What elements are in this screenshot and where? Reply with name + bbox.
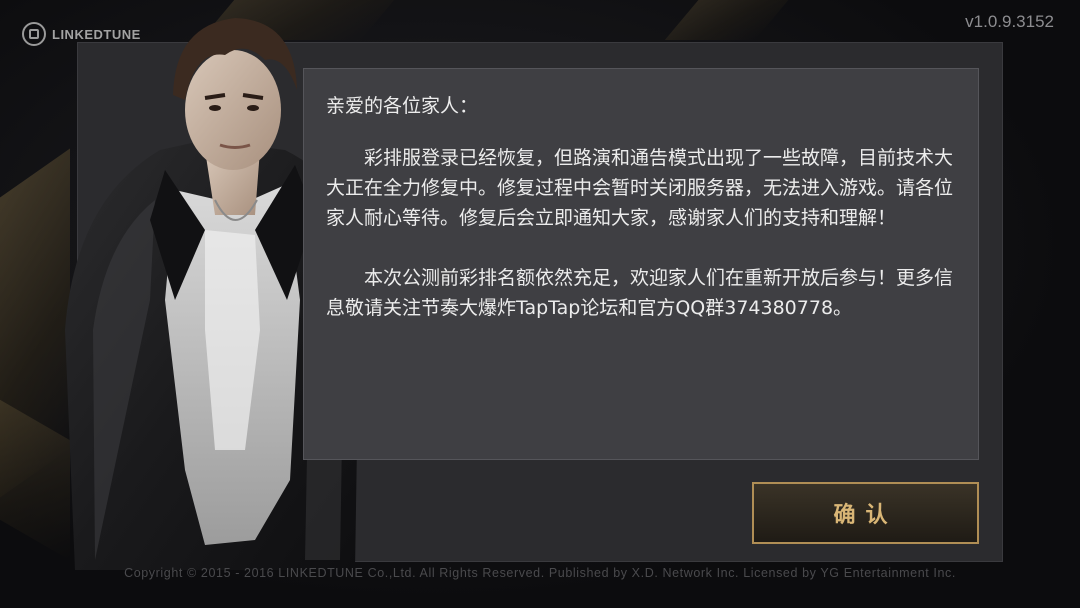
announcement-paragraph-1: 彩排服登录已经恢复，但路演和通告模式出现了一些故障，目前技术大大正在全力修复中。… <box>326 147 954 229</box>
announcement-greeting: 亲爱的各位家人： <box>326 95 479 117</box>
copyright-text: Copyright © 2015 - 2016 LINKEDTUNE Co.,L… <box>124 566 956 580</box>
background-decoration <box>664 0 806 40</box>
game-announcement-screen: LINKEDTUNE v1.0.9.3152 亲爱的各位家人： 彩排服登录已经恢… <box>0 0 1080 608</box>
announcement-paragraph-2: 本次公测前彩排名额依然充足，欢迎家人们在重新开放后参与！更多信息敬请关注节奏大爆… <box>326 267 954 319</box>
version-label: v1.0.9.3152 <box>965 12 1054 31</box>
confirm-button-label: 确认 <box>833 503 898 528</box>
announcement-text-box: 亲爱的各位家人： 彩排服登录已经恢复，但路演和通告模式出现了一些故障，目前技术大… <box>303 68 979 460</box>
confirm-button[interactable]: 确认 <box>752 482 979 544</box>
logo-icon <box>22 22 46 46</box>
